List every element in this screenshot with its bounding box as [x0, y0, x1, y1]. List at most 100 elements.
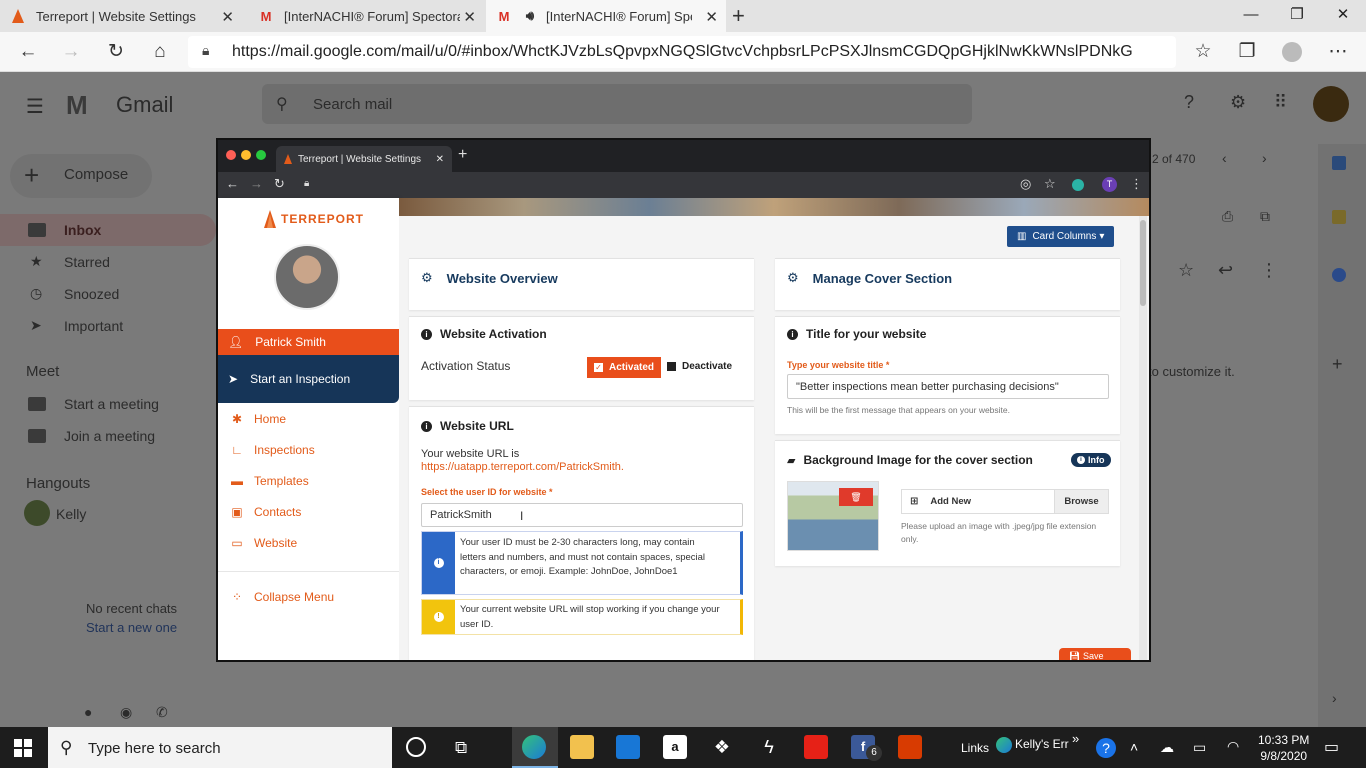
speaker-icon[interactable]: 🔊︎ [522, 8, 538, 24]
help-icon[interactable]: ? [1184, 92, 1194, 113]
menu-contacts[interactable]: ▣ Contacts [230, 505, 301, 519]
menu-templates[interactable]: ▬ Templates [230, 474, 309, 488]
close-tab-icon[interactable]: ✕ [705, 8, 718, 26]
menu-home[interactable]: ✱ Home [230, 412, 286, 426]
refresh-icon[interactable]: ↻ [103, 40, 129, 64]
restore-button[interactable]: ❐ [1274, 0, 1320, 30]
card-columns-button[interactable]: ▥ Card Columns ▾ [1007, 226, 1115, 247]
user-id-input[interactable]: PatrickSmith [421, 503, 743, 527]
new-tab-button[interactable]: + [732, 3, 745, 29]
more-icon[interactable]: ⋯ [1325, 40, 1351, 64]
next-icon[interactable]: › [1262, 150, 1267, 166]
more-links-icon[interactable]: » [1072, 731, 1079, 746]
nav-starred[interactable]: Starred [64, 254, 110, 270]
close-tab-icon[interactable]: ✕ [221, 8, 234, 26]
collections-icon[interactable]: ❐ [1234, 40, 1260, 64]
more-vert-icon[interactable]: ⋮ [1130, 176, 1143, 192]
office-icon[interactable] [898, 735, 922, 759]
forward-icon[interactable]: → [250, 176, 263, 191]
user-avatar[interactable] [274, 244, 340, 310]
phone-icon[interactable]: ✆ [156, 704, 168, 721]
mail-icon[interactable] [616, 735, 640, 759]
edge-icon[interactable] [522, 735, 546, 759]
add-addon-icon[interactable]: + [1332, 354, 1343, 375]
open-new-window-icon[interactable]: ⧉ [1260, 208, 1270, 225]
star-outline-icon[interactable]: ☆ [1178, 260, 1194, 281]
reply-icon[interactable]: ↩ [1218, 260, 1233, 281]
start-meeting-link[interactable]: Start a meeting [64, 396, 159, 412]
terreport-logo[interactable]: TERREPORT [264, 210, 364, 228]
nav-important[interactable]: Important [64, 318, 123, 334]
hangouts-user[interactable]: Kelly [56, 506, 86, 522]
maximize-dot[interactable] [256, 150, 266, 160]
hangouts-avatar[interactable] [24, 500, 50, 526]
website-url-link[interactable]: https://uatapp.terreport.com/PatrickSmit… [421, 461, 624, 473]
activated-button[interactable]: ✓ Activated [587, 357, 662, 378]
refresh-icon[interactable]: ↻ [274, 176, 285, 192]
file-input[interactable]: ⊞ Add New Browse [901, 489, 1109, 514]
website-title-input[interactable]: "Better inspections mean better purchasi… [787, 374, 1109, 399]
extension-icon[interactable] [1072, 179, 1084, 191]
browser-tab-forum-1[interactable]: M [InterNACHI® Forum] Spectora S ✕ [248, 0, 484, 32]
back-icon[interactable]: ← [15, 40, 41, 64]
browser-tab-terreport[interactable]: Terreport | Website Settings ✕ [0, 0, 242, 32]
chevron-up-icon[interactable]: ˄ [1130, 739, 1138, 755]
nav-snoozed[interactable]: Snoozed [64, 286, 119, 302]
browser-tab-forum-2[interactable]: M 🔊︎ [InterNACHI® Forum] Spect ✕ [486, 0, 726, 32]
battery-icon[interactable]: ▭ [1193, 739, 1206, 756]
trash-icon[interactable]: 🗑︎ [839, 488, 873, 506]
kellys-err-link[interactable]: Kelly's Err [1015, 737, 1069, 751]
apps-icon[interactable]: ⠿ [1274, 92, 1287, 113]
edge-small-icon[interactable] [996, 737, 1012, 753]
prev-icon[interactable]: ‹ [1222, 150, 1227, 166]
expand-icon[interactable]: › [1332, 690, 1337, 706]
tasks-icon[interactable] [1332, 268, 1346, 282]
cortana-icon[interactable] [406, 737, 426, 757]
start-new-chat-link[interactable]: Start a new one [86, 620, 177, 635]
close-window-button[interactable]: ✕ [1320, 0, 1366, 30]
more-vert-icon[interactable]: ⋮ [1260, 260, 1278, 281]
user-name-bar[interactable]: 👤︎ Patrick Smith [218, 329, 399, 355]
forward-icon[interactable]: → [58, 40, 84, 64]
close-tab-icon[interactable]: ✕ [463, 8, 476, 26]
youtube-icon[interactable] [804, 735, 828, 759]
minimize-button[interactable]: — [1228, 0, 1274, 30]
keep-icon[interactable] [1332, 210, 1346, 224]
print-icon[interactable]: ⎙ [1222, 208, 1233, 225]
menu-website[interactable]: ▭ Website [230, 536, 297, 550]
file-explorer-icon[interactable] [570, 735, 594, 759]
app-s-icon[interactable]: ϟ [757, 735, 781, 759]
browse-button[interactable]: Browse [1054, 490, 1108, 513]
nav-inbox[interactable]: Inbox [64, 222, 101, 238]
menu-inspections[interactable]: ∟ Inspections [230, 443, 315, 457]
location-icon[interactable]: ◉ [120, 704, 132, 721]
scrollbar-thumb[interactable] [1140, 220, 1146, 306]
collapse-menu-button[interactable]: ⁘ Collapse Menu [230, 590, 334, 604]
person-icon[interactable]: ● [84, 704, 92, 720]
profile-icon[interactable] [1279, 40, 1305, 64]
wifi-icon[interactable]: ◠ [1227, 738, 1239, 755]
save-button[interactable]: 💾︎ Save [1059, 648, 1131, 660]
info-badge[interactable]: i Info [1071, 453, 1111, 467]
task-view-icon[interactable]: ⧉ [455, 738, 467, 758]
menu-icon[interactable]: ☰ [26, 94, 44, 119]
taskbar-search-placeholder[interactable]: Type here to search [88, 740, 221, 757]
links-toolbar[interactable]: Links [961, 741, 989, 755]
close-dot[interactable] [226, 150, 236, 160]
join-meeting-link[interactable]: Join a meeting [64, 428, 155, 444]
add-new-area[interactable]: ⊞ Add New [902, 490, 1054, 513]
home-icon[interactable]: ⌂ [147, 40, 173, 64]
amazon-icon[interactable]: a [663, 735, 687, 759]
settings-icon[interactable]: ⚙ [1230, 92, 1246, 113]
onedrive-icon[interactable]: ☁ [1160, 739, 1174, 756]
notifications-icon[interactable]: ▭ [1324, 737, 1339, 757]
help-icon[interactable]: ? [1096, 738, 1116, 758]
star-icon[interactable]: ☆ [1044, 176, 1056, 192]
new-tab-icon[interactable]: + [458, 146, 467, 164]
location-icon[interactable]: ◎ [1020, 176, 1031, 192]
embedded-tab[interactable]: Terreport | Website Settings ✕ [276, 146, 452, 172]
windows-start-icon[interactable] [14, 739, 32, 757]
calendar-icon[interactable] [1332, 156, 1346, 170]
url-text[interactable]: https://mail.google.com/mail/u/0/#inbox/… [232, 43, 1132, 61]
account-avatar[interactable] [1313, 86, 1349, 122]
